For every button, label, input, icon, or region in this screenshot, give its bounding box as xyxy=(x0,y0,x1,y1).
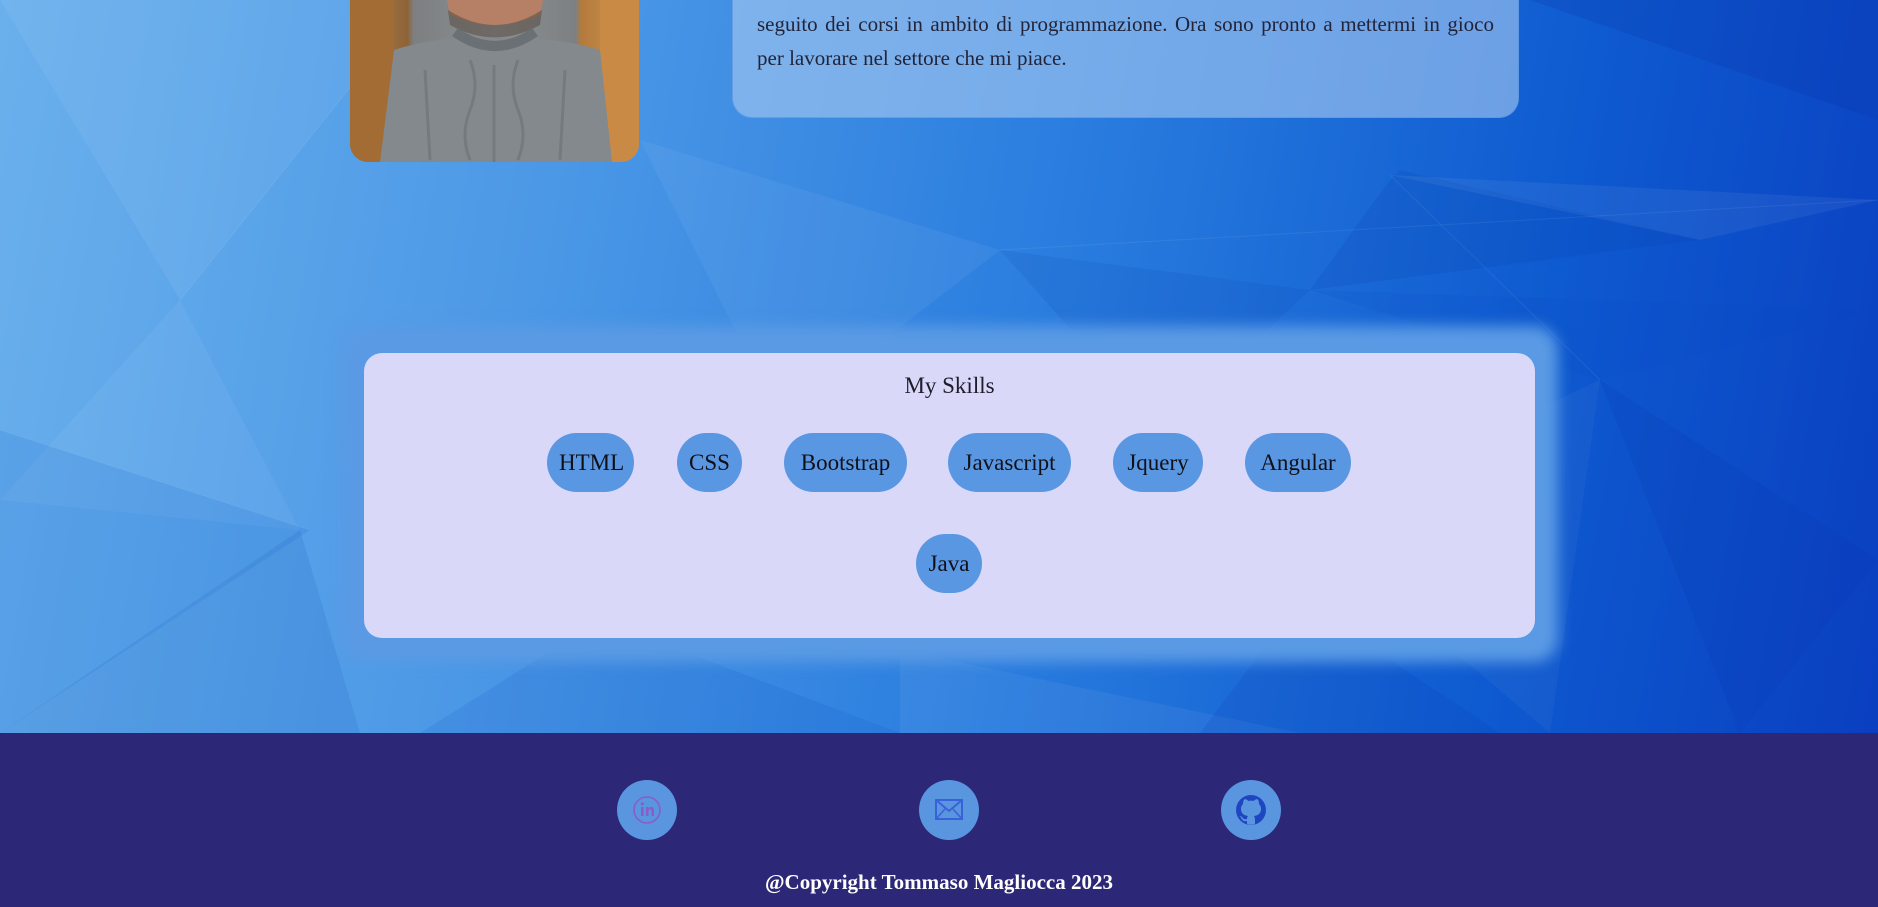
skill-pill-jquery: Jquery xyxy=(1113,433,1203,492)
github-icon xyxy=(1236,795,1266,825)
mail-link[interactable] xyxy=(919,780,979,840)
skills-card: My Skills HTML CSS Bootstrap Javascript … xyxy=(364,353,1535,638)
mail-icon xyxy=(935,799,963,820)
skills-title: My Skills xyxy=(904,373,995,398)
linkedin-link[interactable] xyxy=(617,780,677,840)
skill-pill-bootstrap: Bootstrap xyxy=(784,433,907,492)
about-text: seguito dei corsi in ambito di programma… xyxy=(757,12,1494,70)
skill-pill-html: HTML xyxy=(547,433,634,492)
page: seguito dei corsi in ambito di programma… xyxy=(0,0,1878,907)
github-link[interactable] xyxy=(1221,780,1281,840)
skill-pill-css: CSS xyxy=(677,433,742,492)
about-card: seguito dei corsi in ambito di programma… xyxy=(732,0,1519,118)
copyright-text: @Copyright Tommaso Magliocca 2023 xyxy=(765,870,1113,894)
skill-pill-java: Java xyxy=(916,534,982,593)
profile-photo xyxy=(350,0,639,162)
footer: @Copyright Tommaso Magliocca 2023 xyxy=(0,733,1878,907)
skill-pill-javascript: Javascript xyxy=(948,433,1071,492)
skill-pill-angular: Angular xyxy=(1245,433,1351,492)
linkedin-icon xyxy=(633,796,661,824)
